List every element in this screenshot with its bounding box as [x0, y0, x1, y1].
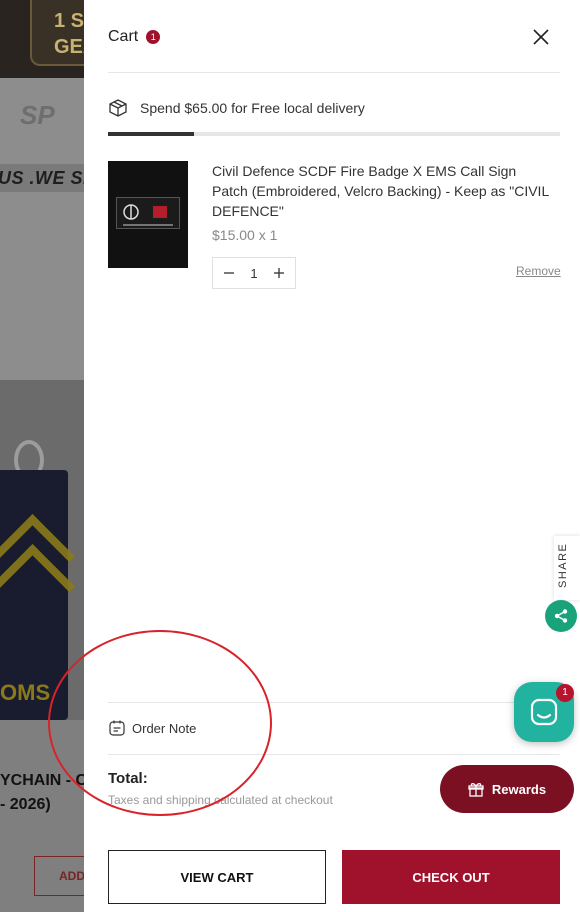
view-cart-button[interactable]: VIEW CART: [108, 850, 326, 904]
product-name[interactable]: Civil Defence SCDF Fire Badge X EMS Call…: [212, 161, 552, 221]
quantity-stepper: 1: [212, 257, 296, 289]
share-label: SHARE: [557, 542, 569, 588]
quantity-value[interactable]: 1: [250, 266, 257, 281]
share-button[interactable]: [545, 600, 577, 632]
close-button[interactable]: [530, 26, 552, 48]
order-note-button[interactable]: Order Note: [108, 719, 196, 737]
remove-link[interactable]: Remove: [516, 264, 561, 278]
chat-icon: [530, 698, 558, 726]
minus-icon[interactable]: [223, 267, 235, 279]
rewards-button[interactable]: Rewards: [440, 765, 574, 813]
shipping-text: Spend $65.00 for Free local delivery: [140, 100, 365, 116]
close-icon: [533, 29, 549, 45]
share-tab[interactable]: SHARE: [554, 536, 580, 600]
total-label: Total:: [108, 770, 148, 787]
bg-strip-text: US .WE SH: [0, 168, 84, 188]
shipping-progress-fill: [108, 132, 194, 136]
cart-header: Cart 1: [108, 28, 161, 46]
patch-graphic: [116, 197, 180, 229]
divider: [108, 754, 560, 755]
bg-keychain-text: OMS: [0, 680, 51, 705]
share-icon: [554, 609, 568, 623]
background-page: 1 S GEA SP US .WE SH OMS YCHAIN - C - 20…: [0, 0, 84, 912]
free-shipping-message: Spend $65.00 for Free local delivery: [108, 98, 365, 118]
product-price: $15.00 x 1: [212, 227, 278, 243]
shipping-progress-bar: [108, 132, 560, 136]
chat-notification-badge: 1: [556, 684, 574, 702]
bg-add-button: ADD: [34, 856, 84, 896]
note-icon: [109, 720, 125, 736]
tax-note: Taxes and shipping calculated at checkou…: [108, 793, 333, 807]
cart-title: Cart: [108, 28, 139, 45]
checkout-button[interactable]: CHECK OUT: [342, 850, 560, 904]
divider: [108, 72, 560, 73]
bg-logo: SP: [20, 100, 55, 130]
plus-icon[interactable]: [273, 267, 285, 279]
divider: [108, 702, 560, 703]
product-image[interactable]: [108, 161, 188, 268]
bg-badge: 1 S GEA: [30, 0, 84, 66]
bg-product-title: - 2026): [0, 796, 51, 813]
gift-icon: [468, 783, 484, 797]
rewards-label: Rewards: [491, 781, 547, 797]
cart-count-badge: 1: [146, 30, 161, 44]
package-icon: [109, 99, 127, 117]
bg-product-title: YCHAIN - C: [0, 772, 84, 789]
order-note-label: Order Note: [132, 720, 197, 736]
